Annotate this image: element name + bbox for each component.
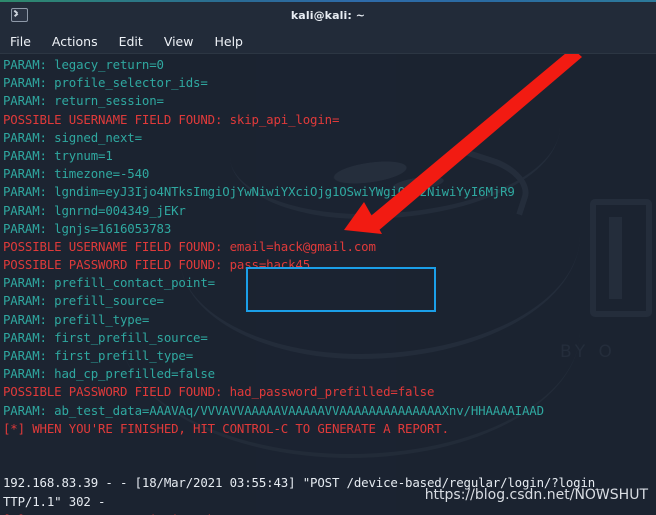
terminal-line-hit: [*] WE GOT A HIT! Printing the output:	[3, 511, 656, 515]
terminal-line-password-found: POSSIBLE PASSWORD FIELD FOUND: pass=hack…	[3, 257, 311, 273]
terminal-line: [*] WHEN YOU'RE FINISHED, HIT CONTROL-C …	[3, 420, 449, 436]
menu-item-file[interactable]: File	[10, 34, 31, 49]
terminal-window: kali@kali: ~ File Actions Edit View Help…	[0, 0, 656, 515]
menu-item-help[interactable]: Help	[214, 34, 243, 49]
terminal-line: POSSIBLE USERNAME FIELD FOUND: skip_api_…	[3, 111, 340, 127]
terminal-output-area[interactable]: BY O PARAM: legacy_return=0 PARAM: profi…	[0, 54, 656, 515]
terminal-line: PARAM: prefill_contact_point=	[3, 275, 215, 291]
terminal-line: PARAM: signed_next=	[3, 129, 142, 145]
terminal-line: PARAM: return_session=	[3, 93, 164, 109]
terminal-icon	[11, 8, 28, 22]
blog-watermark-url: https://blog.csdn.net/NOWSHUT	[424, 487, 648, 503]
terminal-line: PARAM: ab_test_data=AAAVAq/VVVAVVAAAAAVA…	[3, 402, 544, 418]
menu-bar: File Actions Edit View Help	[0, 28, 656, 54]
terminal-line: PARAM: had_cp_prefilled=false	[3, 366, 215, 382]
terminal-line: PARAM: legacy_return=0	[3, 57, 164, 72]
terminal-line: PARAM: first_prefill_source=	[3, 329, 208, 345]
window-titlebar[interactable]: kali@kali: ~	[0, 2, 656, 28]
terminal-line: PARAM: lgndim=eyJ3Ijo4NTksImgiOjYwNiwiYX…	[3, 184, 515, 200]
window-title: kali@kali: ~	[290, 8, 366, 22]
terminal-lines: PARAM: legacy_return=0 PARAM: profile_se…	[0, 54, 656, 515]
menu-item-edit[interactable]: Edit	[119, 34, 143, 49]
terminal-line: PARAM: timezone=-540	[3, 166, 150, 182]
menu-item-view[interactable]: View	[164, 34, 194, 49]
terminal-line: PARAM: prefill_type=	[3, 311, 150, 327]
terminal-line-username-found: POSSIBLE USERNAME FIELD FOUND: email=hac…	[3, 238, 376, 254]
terminal-line: PARAM: lgnjs=1616053783	[3, 220, 172, 236]
terminal-line: PARAM: first_prefill_type=	[3, 348, 194, 363]
terminal-line: PARAM: trynum=1	[3, 147, 113, 163]
terminal-line: PARAM: lgnrnd=004349_jEKr	[3, 202, 186, 218]
terminal-line: PARAM: prefill_source=	[3, 293, 164, 309]
terminal-line: POSSIBLE PASSWORD FIELD FOUND: had_passw…	[3, 384, 435, 400]
terminal-line: PARAM: profile_selector_ids=	[3, 75, 208, 91]
menu-item-actions[interactable]: Actions	[52, 34, 98, 49]
